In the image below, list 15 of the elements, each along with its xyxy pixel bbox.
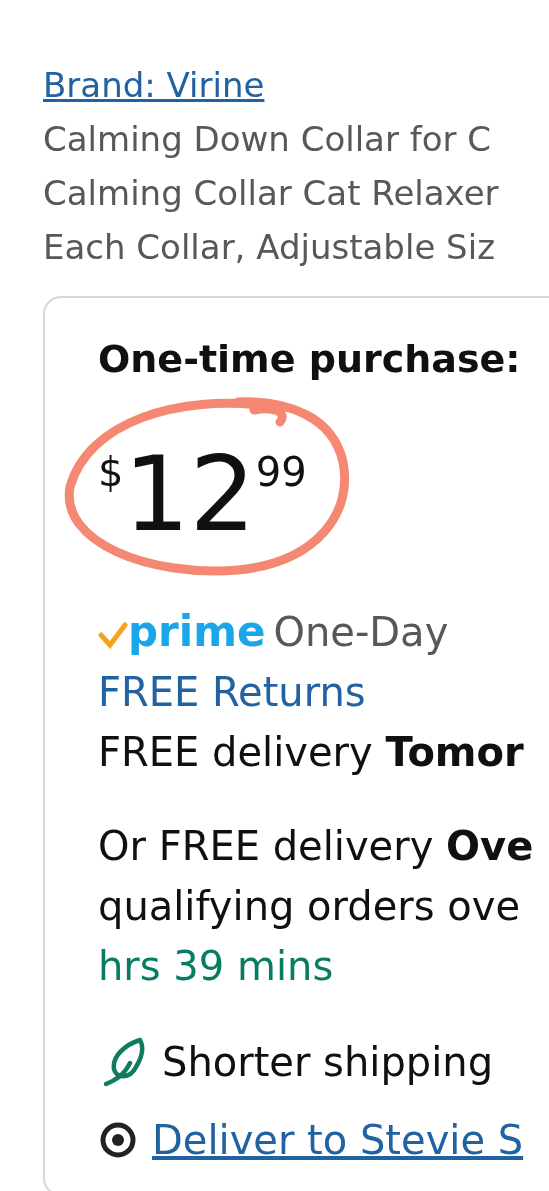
deliver-to-link[interactable]: Deliver to Stevie S (152, 1110, 524, 1170)
purchase-heading: One-time purchase: (98, 336, 521, 382)
free-returns-link[interactable]: FREE Returns (98, 662, 366, 722)
product-title-line: Each Collar, Adjustable Siz (43, 226, 495, 269)
brand-link[interactable]: Brand: Virine (43, 62, 265, 108)
shipping-note: Shorter shipping (162, 1038, 494, 1087)
delivery-text: FREE delivery Tomor (98, 728, 524, 777)
product-title-line: Calming Collar Cat Relaxer (43, 172, 499, 215)
prime-logo: prime (98, 611, 266, 653)
product-title-line: Calming Down Collar for C (43, 118, 492, 161)
prime-label: One-Day (273, 609, 449, 655)
countdown-text: hrs 39 mins (98, 942, 334, 991)
delivery-text: Or FREE delivery Ove (98, 822, 534, 871)
location-pin-icon (98, 1120, 138, 1160)
delivery-text: qualifying orders ove (98, 882, 521, 931)
